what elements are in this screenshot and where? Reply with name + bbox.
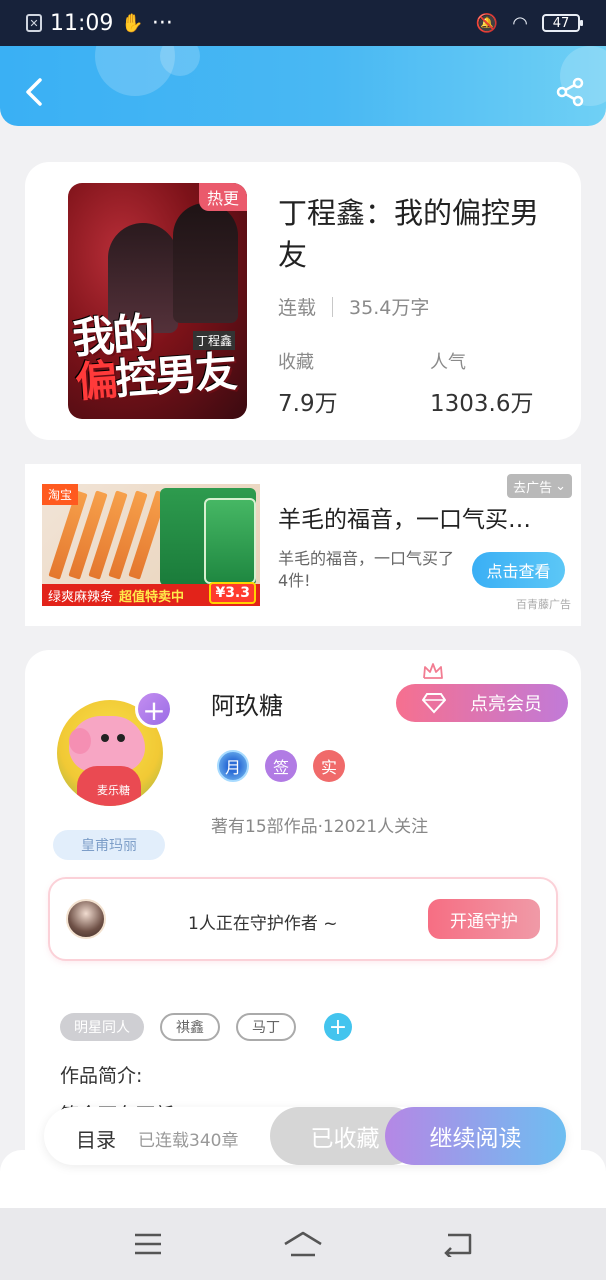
vip-button[interactable]: 点亮会员: [396, 663, 568, 722]
return-icon: [444, 1233, 472, 1257]
favorites-label: 收藏: [278, 352, 314, 373]
hot-update-badge: 热更: [199, 183, 247, 211]
author-stats: 著有15部作品·12021人关注: [211, 817, 429, 837]
status-bar: ✕ 11:09 ✋ ··· 🔕 ◠ 47: [0, 0, 606, 46]
book-info-card: 我的 偏控男友 丁程鑫 热更 丁程鑫：我的偏控男友 连载 35.4万字 收藏 7…: [25, 162, 581, 440]
follow-author-button[interactable]: +: [135, 690, 173, 728]
ad-description: 羊毛的福音，一口气买了4件!: [278, 549, 455, 590]
intro-label: 作品简介:: [60, 1065, 143, 1087]
guard-text: 1人正在守护作者 ~: [188, 914, 338, 934]
toc-button[interactable]: 目录: [76, 1124, 116, 1153]
ad-banner[interactable]: 淘宝 绿爽麻辣条 超值特卖中 ¥3.3 去广告 ⌄ 羊毛的福音，一口气买了4件！…: [25, 464, 581, 626]
remove-ad-button[interactable]: 去广告 ⌄: [507, 474, 572, 498]
ad-image-price: ¥3.3: [209, 582, 256, 604]
book-cover[interactable]: 我的 偏控男友 丁程鑫 热更: [68, 183, 247, 419]
open-guard-button[interactable]: 开通守护: [428, 899, 540, 939]
author-name: 阿玖糖: [211, 692, 283, 720]
bottom-action-bar: 目录 已连载340章 已收藏 继续阅读: [44, 1107, 566, 1165]
share-button[interactable]: [554, 76, 586, 108]
meta-divider: [332, 296, 334, 317]
ad-image[interactable]: 淘宝 绿爽麻辣条 超值特卖中 ¥3.3: [42, 484, 260, 606]
continue-reading-button[interactable]: 继续阅读: [385, 1107, 566, 1165]
favorites-stat: 收藏 7.9万: [278, 348, 338, 418]
notification-icon: ✕: [26, 14, 42, 32]
popularity-value: 1303.6万: [430, 391, 534, 417]
popularity-stat: 人气 1303.6万: [430, 348, 533, 418]
chevron-down-icon: ⌄: [555, 478, 566, 494]
author-badges: 月 签 实: [217, 750, 345, 782]
tag-item[interactable]: 马丁: [236, 1013, 296, 1041]
book-word-count: 35.4万字: [349, 297, 430, 319]
popularity-label: 人气: [430, 352, 466, 373]
status-time: 11:09: [50, 10, 114, 36]
header: [0, 46, 606, 126]
cover-label: 丁程鑫: [192, 331, 235, 350]
tag-item[interactable]: 祺鑫: [160, 1013, 220, 1041]
book-title: 丁程鑫：我的偏控男友: [278, 196, 540, 272]
add-tag-button[interactable]: +: [324, 1013, 352, 1041]
favorites-value: 7.9万: [278, 391, 338, 417]
book-status: 连载: [278, 297, 317, 319]
app-notification-icon: ✋: [121, 12, 144, 34]
home-icon: [284, 1231, 322, 1257]
ad-title: 羊毛的福音，一口气买了4件！: [278, 507, 548, 533]
book-tags: 明星同人 祺鑫 马丁 +: [60, 1013, 352, 1041]
diamond-icon: [422, 693, 446, 714]
home-button[interactable]: [283, 1227, 323, 1261]
share-icon: [556, 77, 584, 107]
chapter-count: 已连载340章: [138, 1131, 239, 1151]
guard-author-panel: 1人正在守护作者 ~ 开通守护: [48, 877, 558, 961]
cover-title-art: 我的 偏控男友: [70, 308, 237, 407]
crown-icon: [423, 663, 443, 679]
system-back-button[interactable]: [438, 1227, 478, 1261]
menu-button[interactable]: [128, 1227, 168, 1261]
ad-view-button[interactable]: 点击查看: [472, 552, 565, 588]
mute-icon: 🔕: [475, 12, 499, 34]
author-title-tag: 皇甫玛丽: [53, 830, 165, 860]
verified-badge: 实: [313, 750, 345, 782]
tag-item[interactable]: 明星同人: [60, 1013, 144, 1041]
monthly-badge: 月: [217, 750, 249, 782]
ad-image-tag: 淘宝: [42, 484, 79, 505]
chevron-left-icon: [26, 78, 42, 106]
avatar-caption: 麦乐糖: [97, 784, 130, 797]
ad-source: 百青藤广告: [516, 598, 571, 611]
guardian-avatar: [66, 899, 106, 939]
back-button[interactable]: [16, 74, 52, 110]
book-meta: 连载 35.4万字: [278, 293, 429, 320]
menu-icon: [134, 1233, 161, 1255]
signed-badge: 签: [265, 750, 297, 782]
battery-icon: 47: [542, 14, 583, 32]
wifi-icon: ◠: [512, 12, 528, 34]
status-more: ···: [151, 10, 173, 36]
system-nav-bar: [0, 1208, 606, 1280]
